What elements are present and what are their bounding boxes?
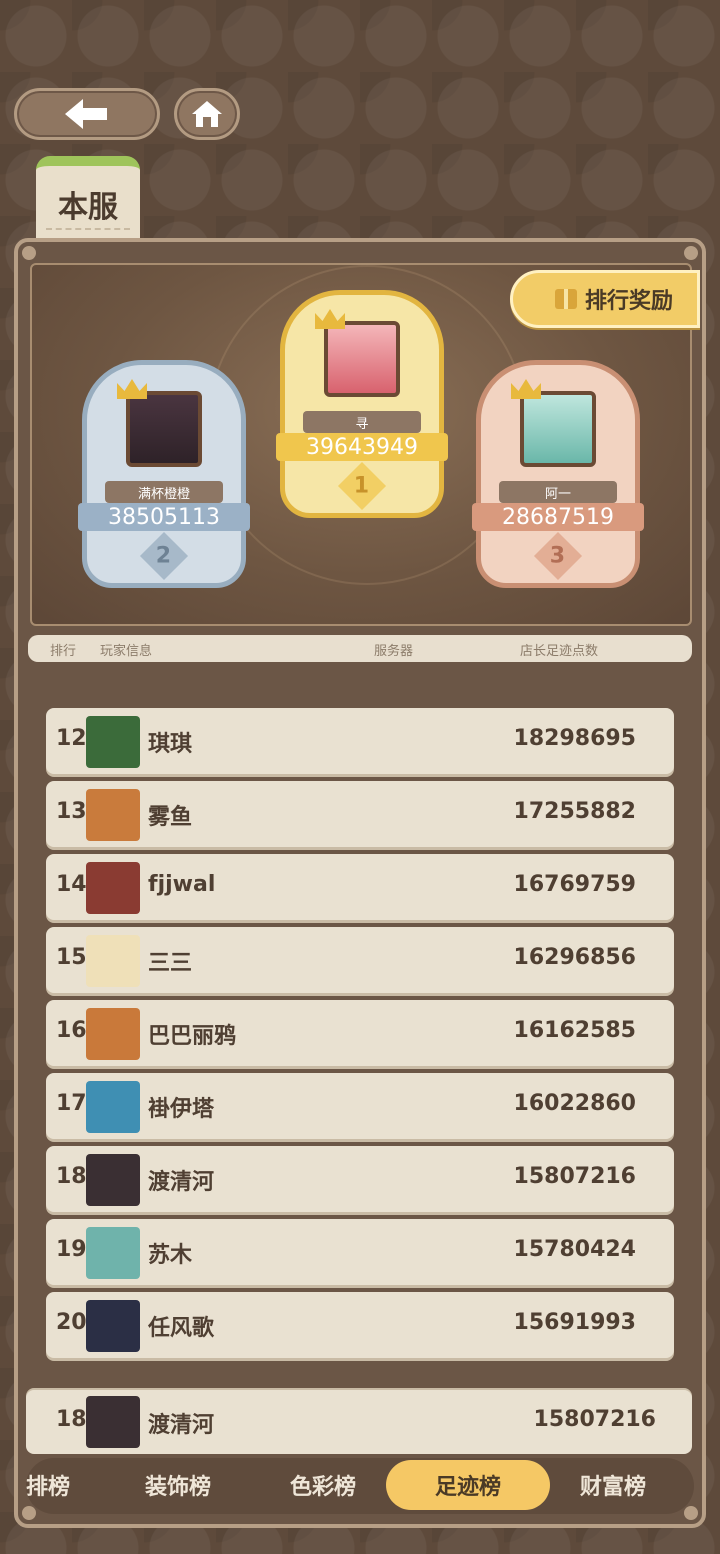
table-row[interactable]: 19 苏木 15780424 bbox=[46, 1219, 674, 1285]
tab-footprint[interactable]: 足迹榜 bbox=[386, 1460, 550, 1510]
row-score: 17255882 bbox=[513, 799, 636, 824]
table-row[interactable]: 14 fjjwal 16769759 bbox=[46, 854, 674, 920]
avatar bbox=[86, 1396, 140, 1448]
table-row[interactable]: 12 琪琪 18298695 bbox=[46, 708, 674, 774]
list-header: 排行 玩家信息 服务器 店长足迹点数 bbox=[28, 635, 692, 662]
row-score: 16296856 bbox=[513, 945, 636, 970]
home-button[interactable] bbox=[174, 88, 240, 140]
podium-score: 39643949 bbox=[276, 433, 448, 461]
my-name: 渡清河 bbox=[148, 1413, 215, 1438]
row-name: 三三 bbox=[148, 951, 193, 976]
tab-color[interactable]: 色彩榜 bbox=[241, 1460, 405, 1510]
crown-icon bbox=[511, 379, 541, 399]
rank-badge: 3 bbox=[533, 531, 583, 581]
my-rank: 18 bbox=[56, 1407, 87, 1432]
row-rank: 16 bbox=[56, 1018, 87, 1043]
table-row[interactable]: 20 任风歌 15691993 bbox=[46, 1292, 674, 1358]
rank-badge: 2 bbox=[139, 531, 189, 581]
row-score: 16769759 bbox=[513, 872, 636, 897]
avatar bbox=[86, 716, 140, 768]
podium-name: 寻 bbox=[303, 411, 421, 433]
avatar bbox=[86, 862, 140, 914]
avatar bbox=[324, 321, 400, 397]
row-score: 15691993 bbox=[513, 1310, 636, 1335]
row-rank: 12 bbox=[56, 726, 87, 751]
row-score: 16022860 bbox=[513, 1091, 636, 1116]
arrow-left-icon bbox=[65, 99, 107, 129]
tab-local-server-label: 本服 bbox=[58, 190, 118, 225]
row-score: 15780424 bbox=[513, 1237, 636, 1262]
row-name: 巴巴丽鸦 bbox=[148, 1024, 237, 1049]
tab-decoration[interactable]: 装饰榜 bbox=[96, 1460, 260, 1510]
ranking-list[interactable]: 12 琪琪 18298695 13 雾鱼 17255882 14 fjjwal … bbox=[46, 664, 674, 1388]
row-name: fjjwal bbox=[148, 872, 216, 897]
table-row[interactable]: 13 雾鱼 17255882 bbox=[46, 781, 674, 847]
table-row[interactable]: 16 巴巴丽鸦 16162585 bbox=[46, 1000, 674, 1066]
row-rank: 15 bbox=[56, 945, 87, 970]
row-rank: 17 bbox=[56, 1091, 87, 1116]
avatar bbox=[86, 1008, 140, 1060]
podium-card-third[interactable]: 阿一 28687519 3 bbox=[472, 360, 644, 588]
row-rank: 19 bbox=[56, 1237, 87, 1262]
podium-card-first[interactable]: 寻 39643949 1 bbox=[276, 290, 448, 518]
ranking-reward-button[interactable]: 排行奖励 bbox=[510, 270, 700, 328]
avatar bbox=[86, 1081, 140, 1133]
row-score: 16162585 bbox=[513, 1018, 636, 1043]
row-score: 18298695 bbox=[513, 726, 636, 751]
row-rank: 13 bbox=[56, 799, 87, 824]
podium-score: 28687519 bbox=[472, 503, 644, 531]
leaderboard-tabs: 排榜 装饰榜 色彩榜 足迹榜 财富榜 bbox=[26, 1458, 694, 1514]
crown-icon bbox=[315, 309, 345, 329]
row-name: 褂伊塔 bbox=[148, 1097, 215, 1122]
gift-icon bbox=[555, 289, 577, 309]
row-rank: 20 bbox=[56, 1310, 87, 1335]
rank-badge: 1 bbox=[337, 461, 387, 511]
avatar bbox=[86, 789, 140, 841]
tab-wealth[interactable]: 财富榜 bbox=[531, 1460, 694, 1510]
podium-score: 38505113 bbox=[78, 503, 250, 531]
ranking-reward-label: 排行奖励 bbox=[585, 289, 674, 314]
avatar bbox=[126, 391, 202, 467]
header-server: 服务器 bbox=[374, 644, 414, 659]
avatar bbox=[86, 935, 140, 987]
my-score: 15807216 bbox=[533, 1407, 656, 1432]
avatar bbox=[86, 1154, 140, 1206]
podium-name: 满杯橙橙 bbox=[105, 481, 223, 503]
table-row[interactable]: 15 三三 16296856 bbox=[46, 927, 674, 993]
podium-card-second[interactable]: 满杯橙橙 38505113 2 bbox=[78, 360, 250, 588]
tab-local-server[interactable]: 本服 bbox=[36, 156, 140, 242]
header-score: 店长足迹点数 bbox=[520, 644, 599, 659]
avatar bbox=[520, 391, 596, 467]
table-row[interactable]: 18 渡清河 15807216 bbox=[46, 1146, 674, 1212]
row-name: 渡清河 bbox=[148, 1170, 215, 1195]
row-rank: 18 bbox=[56, 1164, 87, 1189]
my-rank-row[interactable]: 18 渡清河 15807216 bbox=[26, 1390, 692, 1454]
row-rank: 14 bbox=[56, 872, 87, 897]
row-score: 15807216 bbox=[513, 1164, 636, 1189]
header-player: 玩家信息 bbox=[100, 644, 153, 659]
row-name: 苏木 bbox=[148, 1243, 193, 1268]
home-icon bbox=[192, 101, 222, 127]
back-button[interactable] bbox=[14, 88, 160, 140]
crown-icon bbox=[117, 379, 147, 399]
row-name: 任风歌 bbox=[148, 1316, 215, 1341]
avatar bbox=[86, 1300, 140, 1352]
header-rank: 排行 bbox=[50, 644, 77, 659]
avatar bbox=[86, 1227, 140, 1279]
table-row[interactable]: 17 褂伊塔 16022860 bbox=[46, 1073, 674, 1139]
row-name: 雾鱼 bbox=[148, 805, 193, 830]
podium-name: 阿一 bbox=[499, 481, 617, 503]
row-name: 琪琪 bbox=[148, 732, 193, 757]
